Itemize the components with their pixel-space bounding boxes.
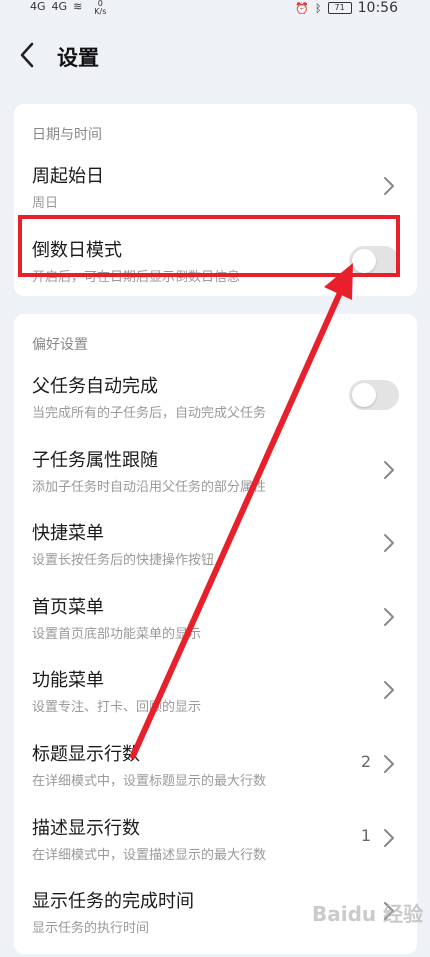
- chevron-right-icon: [384, 829, 394, 847]
- section-title-preferences: 偏好设置: [32, 337, 88, 353]
- setting-value: 2: [360, 752, 371, 771]
- setting-subtitle: 显示任务的执行时间: [32, 921, 150, 936]
- chevron-right-icon: [384, 461, 394, 479]
- network-speed-unit: K/s: [94, 7, 107, 16]
- status-bar: 4G 4G ≋ 0 K/s ⏰ ᛒ 71 10:56: [0, 0, 430, 18]
- setting-subtitle: 在详细模式中，设置描述显示的最大行数: [32, 848, 267, 863]
- watermark-logo: Baidu 经验: [312, 902, 424, 926]
- setting-subtitle: 设置首页底部功能菜单的显示: [32, 627, 202, 642]
- header: 设置: [0, 30, 430, 82]
- setting-title: 周起始日: [32, 166, 104, 187]
- chevron-right-icon: [384, 534, 394, 552]
- annotation-highlight-box: [18, 215, 400, 277]
- bluetooth-icon: ᛒ: [315, 1, 322, 15]
- setting-parent-auto-complete: 父任务自动完成 当完成所有的子任务后，自动完成父任务: [14, 372, 417, 442]
- setting-subtitle: 当完成所有的子任务后，自动完成父任务: [32, 406, 267, 421]
- setting-subtitle: 在详细模式中，设置标题显示的最大行数: [32, 774, 267, 789]
- chevron-right-icon: [384, 681, 394, 699]
- setting-title: 首页菜单: [32, 597, 104, 618]
- setting-subtitle: 添加子任务时自动沿用父任务的部分属性: [32, 480, 267, 495]
- chevron-right-icon: [384, 755, 394, 773]
- setting-function-menu[interactable]: 功能菜单 设置专注、打卡、回顾的显示: [14, 666, 417, 736]
- setting-subtitle: 周日: [32, 196, 59, 211]
- battery-level: 71: [334, 3, 345, 12]
- setting-title: 标题显示行数: [32, 744, 140, 765]
- clock: 10:56: [357, 0, 398, 16]
- setting-title: 显示任务的完成时间: [32, 891, 194, 912]
- setting-quick-menu[interactable]: 快捷菜单 设置长按任务后的快捷操作按钮: [14, 519, 417, 589]
- setting-title: 快捷菜单: [32, 523, 104, 544]
- chevron-right-icon: [384, 177, 394, 195]
- chevron-right-icon: [384, 608, 394, 626]
- parent-auto-complete-toggle[interactable]: [349, 380, 399, 410]
- setting-title: 子任务属性跟随: [32, 450, 158, 471]
- alarm-icon: ⏰: [295, 1, 310, 15]
- setting-subtitle: 设置长按任务后的快捷操作按钮: [32, 553, 215, 568]
- preferences-card: 偏好设置 父任务自动完成 当完成所有的子任务后，自动完成父任务 子任务属性跟随 …: [14, 314, 417, 954]
- setting-title: 功能菜单: [32, 670, 104, 691]
- setting-subtitle: 设置专注、打卡、回顾的显示: [32, 700, 202, 715]
- setting-description-lines[interactable]: 描述显示行数 在详细模式中，设置描述显示的最大行数 1: [14, 814, 417, 884]
- setting-title: 父任务自动完成: [32, 376, 158, 397]
- carrier1-signal: 4G: [30, 0, 46, 13]
- setting-home-menu[interactable]: 首页菜单 设置首页底部功能菜单的显示: [14, 593, 417, 663]
- toggle-knob: [352, 383, 376, 407]
- wifi-icon: ≋: [73, 0, 83, 13]
- setting-title-lines[interactable]: 标题显示行数 在详细模式中，设置标题显示的最大行数 2: [14, 740, 417, 810]
- setting-subtask-inherit[interactable]: 子任务属性跟随 添加子任务时自动沿用父任务的部分属性: [14, 446, 417, 516]
- setting-value: 1: [360, 826, 371, 845]
- setting-title: 描述显示行数: [32, 818, 140, 839]
- carrier2-signal: 4G: [51, 0, 68, 13]
- back-arrow-icon[interactable]: [18, 42, 38, 68]
- page-title: 设置: [57, 46, 99, 70]
- battery-icon: 71: [327, 2, 352, 14]
- section-title-date-time: 日期与时间: [32, 127, 102, 143]
- network-speed: 0 K/s: [94, 0, 106, 16]
